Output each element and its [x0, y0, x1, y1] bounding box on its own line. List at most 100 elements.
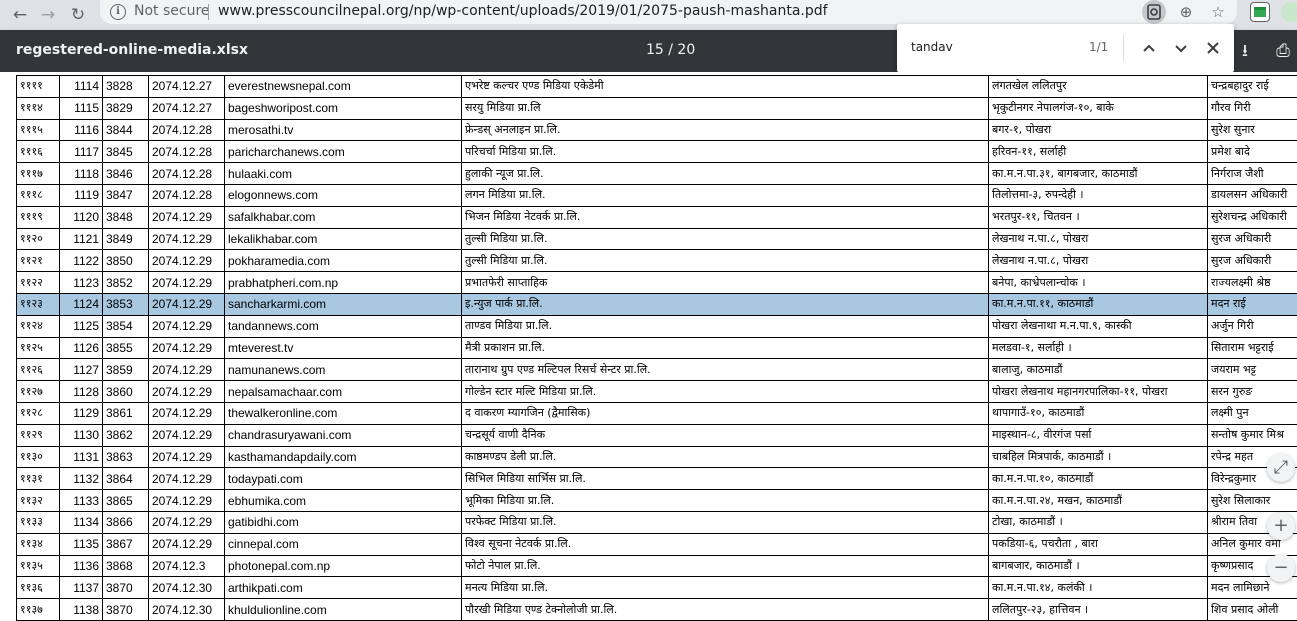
index-cell: 1117 [59, 140, 103, 164]
index-cell: 1129 [59, 401, 103, 425]
website-cell: sancharkarmi.com [224, 292, 462, 316]
address-cell: का.म.न.पा.१४, कलंकी । [988, 576, 1208, 600]
registration-number-cell: 3847 [102, 183, 149, 207]
registration-number-cell: 3865 [102, 489, 149, 512]
address-cell: बनेपा, काभ्रेपलान्चोक । [988, 271, 1208, 294]
registration-date-cell: 2074.12.28 [148, 162, 225, 185]
url-text[interactable]: www.presscouncilnepal.org/np/wp-content/… [218, 3, 828, 19]
table-row: ११३१ 1132 3864 2074.12.29 todaypati.com सिभिल… [16, 467, 1297, 491]
organization-cell: सरयु मिडिया प्रा.लि [461, 96, 989, 120]
zoom-in-icon[interactable]: + [1267, 512, 1295, 540]
index-cell: 1130 [59, 423, 103, 447]
index-cell: 1134 [59, 510, 103, 534]
registration-date-cell: 2074.12.29 [148, 314, 225, 338]
registration-date-cell: 2074.12.29 [148, 532, 225, 556]
serial-number-cell: ११३५ [16, 554, 60, 578]
website-cell: elogonnews.com [224, 183, 462, 207]
registration-number-cell: 3870 [102, 598, 149, 621]
contact-person-cell: सुरेश सिलाकार [1207, 489, 1297, 512]
website-cell: ebhumika.com [224, 489, 462, 512]
registration-date-cell: 2074.12.29 [148, 358, 225, 382]
index-cell: 1126 [59, 336, 103, 360]
media-registration-table: ११११ 1114 3828 2074.12.27 everestnewsnepal.c… [16, 75, 1297, 621]
registration-number-cell: 3845 [102, 140, 149, 164]
index-cell: 1127 [59, 358, 103, 382]
info-icon[interactable]: i [110, 4, 126, 20]
address-cell: मलडवा-१, सर्लाही । [988, 336, 1208, 360]
organization-cell: फ्रेन्डस् अनलाइन प्रा.लि. [461, 118, 989, 142]
serial-number-cell: ११२८ [16, 401, 60, 425]
table-row: ११३२ 1133 3865 2074.12.29 ebhumika.com भूमिका… [16, 489, 1297, 512]
address-cell: लेखनाथ न.पा.८, पोखरा [988, 227, 1208, 251]
address-cell: थापागाउँ-१०, काठमाडौं [988, 401, 1208, 425]
serial-number-cell: १११५ [16, 118, 60, 142]
website-cell: namunanews.com [224, 358, 462, 382]
registration-date-cell: 2074.12.29 [148, 445, 225, 469]
fit-to-page-icon[interactable]: ⤢ [1267, 454, 1295, 482]
contact-person-cell: गौरव गिरी [1207, 96, 1297, 120]
find-previous-icon[interactable] [1137, 36, 1161, 60]
registration-date-cell: 2074.12.27 [148, 75, 225, 98]
table-row: ११३० 1131 3863 2074.12.29 kasthamandapdaily.… [16, 445, 1297, 469]
registration-date-cell: 2074.12.27 [148, 96, 225, 120]
forward-icon[interactable]: → [36, 3, 60, 27]
table-row: ११२१ 1122 3850 2074.12.29 pokharamedia.com तु… [16, 249, 1297, 273]
registration-number-cell: 3829 [102, 96, 149, 120]
website-cell: mteverest.tv [224, 336, 462, 360]
bookmark-star-icon[interactable]: ☆ [1206, 0, 1230, 24]
pdf-page-view[interactable]: ११११ 1114 3828 2074.12.27 everestnewsnepal.c… [0, 72, 1297, 621]
organization-cell: तुल्सी मिडिया प्रा.लि. [461, 249, 989, 273]
registration-number-cell: 3846 [102, 162, 149, 185]
organization-cell: चन्द्रसूर्य वाणी दैनिक [461, 423, 989, 447]
registration-number-cell: 3849 [102, 227, 149, 251]
security-label[interactable]: Not secure [134, 3, 210, 19]
download-icon[interactable]: ⭳ [1234, 39, 1256, 63]
profile-extension-icon[interactable] [1281, 2, 1297, 22]
contact-person-cell: डायलसन अधिकारी [1207, 183, 1297, 207]
find-bar: tandav 1/1 [897, 24, 1234, 72]
registration-date-cell: 2074.12.28 [148, 183, 225, 207]
zoom-icon[interactable]: ⊕ [1174, 0, 1198, 24]
registration-date-cell: 2074.12.29 [148, 423, 225, 447]
website-cell: photonepal.com.np [224, 554, 462, 578]
contact-person-cell: जयराम भट्ट [1207, 358, 1297, 382]
registration-number-cell: 3862 [102, 423, 149, 447]
serial-number-cell: ११३१ [16, 467, 60, 491]
table-row: ११२३ 1124 3853 2074.12.29 sancharkarmi.com इ.… [16, 292, 1297, 316]
extension-icon[interactable] [1250, 2, 1270, 22]
address-cell: का.म.न.पा.३१, बागबजार, काठमाडौं [988, 162, 1208, 185]
print-icon[interactable]: ⎙ [1272, 39, 1294, 63]
website-cell: merosathi.tv [224, 118, 462, 142]
index-cell: 1132 [59, 467, 103, 491]
registration-number-cell: 3864 [102, 467, 149, 491]
address-cell: ललितपुर-२३, हात्तिवन । [988, 598, 1208, 621]
find-next-icon[interactable] [1169, 36, 1193, 60]
registration-date-cell: 2074.12.3 [148, 554, 225, 578]
serial-number-cell: ११२९ [16, 423, 60, 447]
page-indicator[interactable]: 15 / 20 [646, 42, 695, 58]
website-cell: paricharchanews.com [224, 140, 462, 164]
registration-number-cell: 3870 [102, 576, 149, 600]
address-bar[interactable]: i Not secure www.presscouncilnepal.org/n… [100, 0, 1237, 24]
registration-date-cell: 2074.12.29 [148, 401, 225, 425]
search-lens-icon[interactable] [1142, 0, 1166, 24]
registration-date-cell: 2074.12.29 [148, 510, 225, 534]
registration-number-cell: 3863 [102, 445, 149, 469]
reload-icon[interactable]: ↻ [66, 3, 90, 27]
organization-cell: परफेक्ट मिडिया प्रा.लि. [461, 510, 989, 534]
address-cell: हरिवन-११, सर्लाही [988, 140, 1208, 164]
address-cell: माइस्थान-८, वीरगंज पर्सा [988, 423, 1208, 447]
index-cell: 1119 [59, 183, 103, 207]
registration-date-cell: 2074.12.28 [148, 140, 225, 164]
organization-cell: गोल्डेन स्टार मल्टि मिडिया प्रा.लि. [461, 380, 989, 403]
organization-cell: सिभिल मिडिया सार्भिस प्रा.लि. [461, 467, 989, 491]
zoom-out-icon[interactable]: − [1267, 554, 1295, 582]
address-cell: पोखरा लेखनाथा म.न.पा.९, कास्की [988, 314, 1208, 338]
contact-person-cell: शिव प्रसाद ओली [1207, 598, 1297, 621]
address-cell: टोखा, काठमाडौं । [988, 510, 1208, 534]
find-close-icon[interactable] [1201, 36, 1225, 60]
find-input[interactable]: tandav [911, 40, 953, 54]
serial-number-cell: ११११ [16, 75, 60, 98]
back-icon[interactable]: ← [8, 3, 32, 27]
contact-person-cell: सुरेशचन्द्र अधिकारी [1207, 205, 1297, 229]
